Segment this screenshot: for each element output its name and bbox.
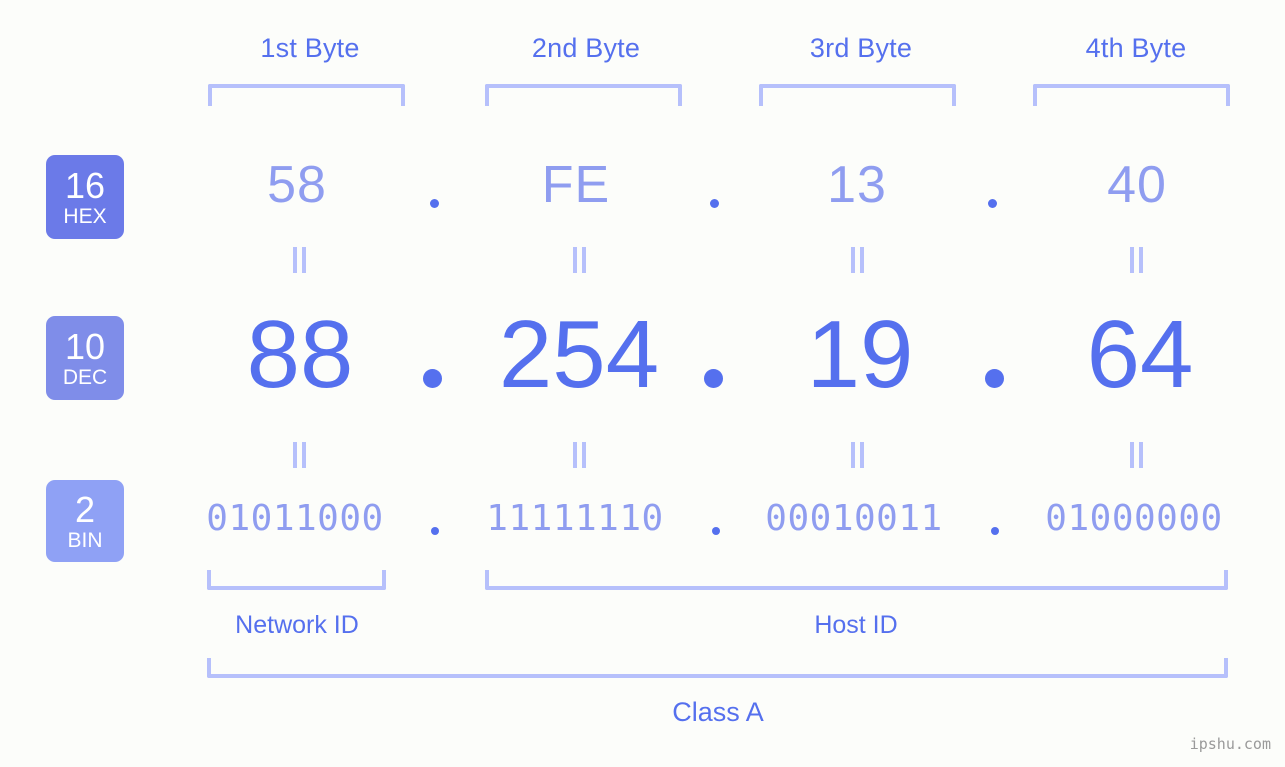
bin-byte-1: 01011000 [206, 498, 384, 539]
host-id-label: Host ID [814, 611, 898, 639]
radix-badge-bin-name: BIN [67, 528, 103, 552]
dec-separator-2 [704, 369, 723, 388]
byte-header-4: 4th Byte [1085, 33, 1187, 63]
radix-badge-bin: 2 BIN [46, 480, 124, 562]
radix-badge-bin-base: 2 [74, 488, 96, 530]
site-watermark: ipshu.com [1189, 735, 1271, 753]
byte-header-2: 2nd Byte [531, 33, 641, 63]
byte-bracket-2 [485, 84, 682, 106]
hex-separator-3 [988, 199, 997, 208]
equality-mark-hexdec-3 [847, 247, 867, 273]
radix-badge-hex-name: HEX [63, 204, 107, 228]
byte-header-1: 1st Byte [260, 33, 360, 63]
bin-separator-2 [712, 527, 720, 535]
class-label: Class A [672, 697, 764, 727]
equality-mark-decbin-2 [569, 442, 589, 468]
radix-badge-dec-name: DEC [62, 365, 108, 389]
dec-separator-1 [423, 369, 442, 388]
hex-byte-4: 40 [1107, 156, 1167, 214]
network-id-bracket [207, 570, 386, 590]
hex-byte-3: 13 [827, 156, 887, 214]
bin-byte-4: 01000000 [1045, 498, 1223, 539]
bin-separator-3 [991, 527, 999, 535]
radix-badge-hex-base: 16 [64, 164, 106, 206]
equality-mark-hexdec-4 [1126, 247, 1146, 273]
hex-byte-2: FE [541, 156, 611, 214]
hex-separator-2 [710, 199, 719, 208]
ip-address-breakdown-diagram: 1st Byte 2nd Byte 3rd Byte 4th Byte 16 H… [0, 0, 1285, 767]
dec-byte-3: 19 [806, 301, 914, 408]
equality-mark-hexdec-1 [289, 247, 309, 273]
equality-mark-decbin-4 [1126, 442, 1146, 468]
host-id-bracket [485, 570, 1228, 590]
class-bracket [207, 658, 1228, 678]
hex-byte-1: 58 [267, 156, 327, 214]
network-id-label: Network ID [235, 611, 359, 639]
dec-byte-2: 254 [498, 301, 660, 408]
bin-byte-3: 00010011 [765, 498, 943, 539]
dec-byte-4: 64 [1086, 301, 1194, 408]
byte-bracket-4 [1033, 84, 1230, 106]
bin-byte-2: 11111110 [486, 498, 664, 539]
byte-bracket-1 [208, 84, 405, 106]
bin-separator-1 [431, 527, 439, 535]
equality-mark-hexdec-2 [569, 247, 589, 273]
radix-badge-dec: 10 DEC [46, 316, 124, 400]
byte-header-3: 3rd Byte [809, 33, 913, 63]
equality-mark-decbin-3 [847, 442, 867, 468]
radix-badge-hex: 16 HEX [46, 155, 124, 239]
radix-badge-dec-base: 10 [64, 325, 106, 367]
equality-mark-decbin-1 [289, 442, 309, 468]
byte-bracket-3 [759, 84, 956, 106]
hex-separator-1 [430, 199, 439, 208]
dec-separator-3 [985, 369, 1004, 388]
dec-byte-1: 88 [246, 301, 354, 408]
